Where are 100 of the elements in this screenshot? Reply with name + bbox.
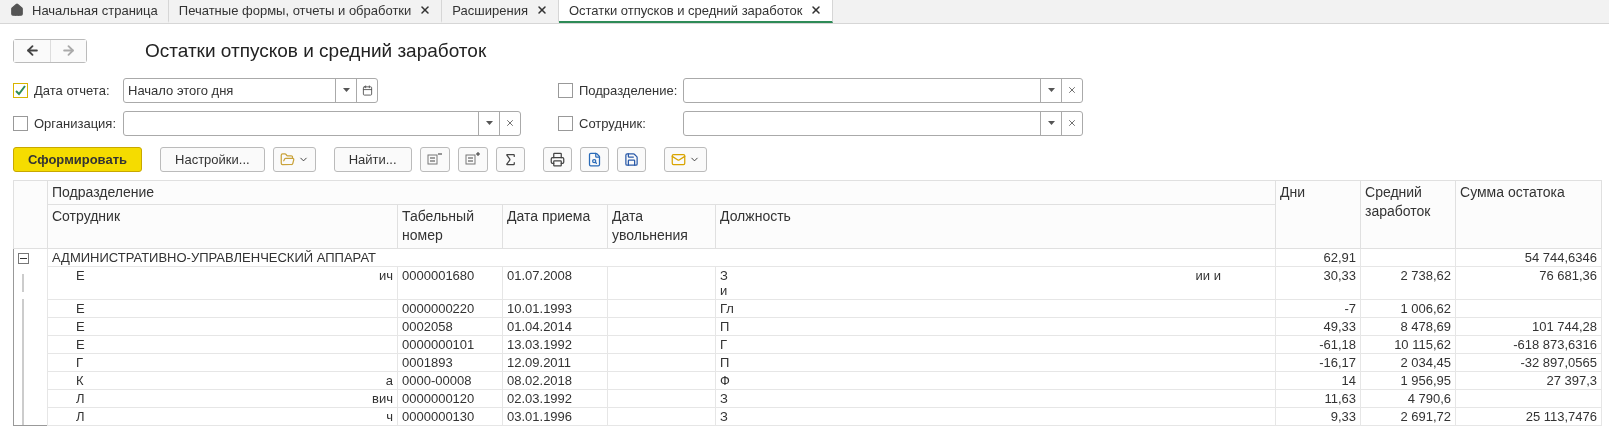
checkbox[interactable] xyxy=(558,115,573,131)
table-cell: 27 397,3 xyxy=(1455,371,1602,389)
column-header: Средний заработок xyxy=(1360,180,1456,248)
table-cell: 8 478,69 xyxy=(1360,317,1456,335)
column-header: Дата приема xyxy=(502,204,608,248)
table-cell: 0000000220 xyxy=(397,299,503,317)
table-cell: 08.02.2018 xyxy=(502,371,608,389)
table-cell: 10.01.1993 xyxy=(502,299,608,317)
column-header: Дни xyxy=(1275,180,1361,248)
table-cell: 0000-00008 xyxy=(397,371,503,389)
column-header: Подразделение xyxy=(47,180,1276,204)
generate-button[interactable]: Сформировать xyxy=(13,146,143,172)
collapse-icon[interactable] xyxy=(18,252,29,264)
table-cell: 12.09.2011 xyxy=(502,353,608,371)
column-header: Дата увольнения xyxy=(607,204,716,248)
table-cell: и xyxy=(720,282,728,298)
home-icon xyxy=(10,3,24,18)
table-cell: 2 691,72 xyxy=(1360,407,1456,426)
filter-label: Подразделение: xyxy=(579,82,678,98)
group-name: АДМИНИСТРАТИВНО-УПРАВЛЕНЧЕСКИЙ АППАРАТ xyxy=(47,248,1276,266)
table-cell: Л xyxy=(76,390,85,406)
table-cell-text: ии и xyxy=(1195,267,1221,285)
column-header: Сумма остатока xyxy=(1455,180,1602,248)
table-cell: 0000000120 xyxy=(397,389,503,407)
table-cell: 4 790,6 xyxy=(1360,389,1456,407)
tab[interactable]: Остатки отпусков и средний заработок xyxy=(558,0,834,23)
toolbar-button[interactable]: Настройки... xyxy=(160,146,265,172)
column-header: Табельный номер xyxy=(397,204,503,248)
table-cell: 54 744,6346 xyxy=(1455,248,1602,266)
print-icon xyxy=(549,151,565,167)
table-cell: Г xyxy=(76,354,84,370)
checkbox[interactable] xyxy=(13,115,28,131)
variants-button[interactable] xyxy=(272,146,316,172)
preview-button[interactable] xyxy=(579,146,609,172)
input-field[interactable] xyxy=(123,110,521,136)
tab-label: Печатные формы, отчеты и обработки xyxy=(178,2,412,18)
table-cell: ч xyxy=(386,408,393,424)
expand-rows-icon xyxy=(464,152,481,166)
table-cell: 0000000101 xyxy=(397,335,503,353)
table-cell: Е xyxy=(76,318,85,334)
table-cell: 01.04.2014 xyxy=(502,317,608,335)
sum-button[interactable] xyxy=(495,146,525,172)
table-cell: Л xyxy=(76,408,85,424)
table-cell: Е xyxy=(76,336,85,352)
table-cell: Г xyxy=(720,336,728,352)
input-field[interactable] xyxy=(683,77,1083,103)
table-cell: 9,33 xyxy=(1275,407,1361,426)
table-cell: 49,33 xyxy=(1275,317,1361,335)
table-cell: 1 956,95 xyxy=(1360,371,1456,389)
save-button[interactable] xyxy=(616,146,646,172)
mail-button[interactable] xyxy=(663,146,707,172)
tab-label: Остатки отпусков и средний заработок xyxy=(568,2,803,18)
input-field[interactable]: Начало этого дня xyxy=(123,77,378,103)
table-cell: -61,18 xyxy=(1275,335,1361,353)
collapse-button[interactable] xyxy=(419,146,450,172)
back-button[interactable] xyxy=(14,39,50,62)
filter-label: Дата отчета: xyxy=(34,82,110,98)
toolbar-button[interactable]: Найти... xyxy=(333,146,412,172)
table-cell: вич xyxy=(372,390,393,406)
table-cell: 2 738,62 xyxy=(1360,266,1456,299)
close-icon[interactable] xyxy=(535,4,548,17)
close-icon[interactable] xyxy=(419,4,432,17)
checkbox[interactable] xyxy=(13,82,28,98)
tab-label: Начальная страница xyxy=(32,2,158,18)
table-cell: 03.01.1996 xyxy=(502,407,608,426)
table-cell: 1 006,62 xyxy=(1360,299,1456,317)
expand-button[interactable] xyxy=(457,146,488,172)
table-cell: 0001893 xyxy=(397,353,503,371)
envelope-icon xyxy=(670,151,686,167)
table-cell: К xyxy=(76,372,84,388)
input-field[interactable] xyxy=(683,110,1083,136)
table-cell: 101 744,28 xyxy=(1455,317,1602,335)
table-cell: 30,33 xyxy=(1275,266,1361,299)
table-cell: 14 xyxy=(1275,371,1361,389)
save-icon xyxy=(623,151,639,167)
table-cell: 0002058 xyxy=(397,317,503,335)
column-header: Сотрудник xyxy=(47,204,398,248)
print-button[interactable] xyxy=(542,146,572,172)
table-cell: 11,63 xyxy=(1275,389,1361,407)
table-cell: -32 897,0565 xyxy=(1455,353,1602,371)
table-cell: П xyxy=(720,354,730,370)
table-cell: -618 873,6316 xyxy=(1455,335,1602,353)
table-cell: З xyxy=(720,390,728,406)
table-cell: 25 113,7476 xyxy=(1455,407,1602,426)
table-cell: Е xyxy=(76,267,85,283)
folder-icon xyxy=(279,151,295,167)
table-cell: Е xyxy=(76,300,85,316)
table-cell: 76 681,36 xyxy=(1455,266,1602,299)
filter-label: Сотрудник: xyxy=(579,115,646,131)
form-title: Остатки отпусков и средний заработок xyxy=(145,39,487,62)
tab-label: Расширения xyxy=(452,2,528,18)
checkbox[interactable] xyxy=(558,82,573,98)
preview-icon xyxy=(586,151,602,167)
table-cell: -7 xyxy=(1275,299,1361,317)
table-cell: ич xyxy=(378,267,393,283)
tree-line xyxy=(22,273,24,292)
table-cell: З xyxy=(720,408,728,424)
table-cell: 2 034,45 xyxy=(1360,353,1456,371)
table-cell: 10 115,62 xyxy=(1360,335,1456,353)
close-icon[interactable] xyxy=(810,4,823,17)
